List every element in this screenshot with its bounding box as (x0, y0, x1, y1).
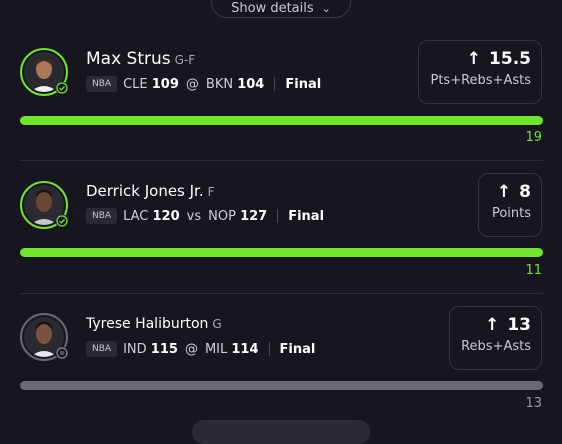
actual-stat-value: 13 (525, 396, 542, 411)
show-details-button[interactable]: Show details ⌄ (211, 0, 351, 18)
game-info: NBA CLE 109 @ BKN 104 Final (86, 76, 321, 92)
league-badge: NBA (86, 341, 118, 357)
actual-stat-value: 19 (525, 130, 542, 145)
progress-bar (20, 381, 543, 390)
player-position: F (207, 185, 215, 199)
player-avatar (20, 181, 70, 229)
chevron-down-icon: ⌄ (321, 1, 331, 15)
arrow-up-icon: ↑ (496, 182, 512, 202)
player-name[interactable]: Derrick Jones Jr. F (86, 182, 215, 200)
divider (20, 293, 543, 294)
prop-line-card[interactable]: ↑ 8 Points (478, 173, 542, 237)
game-info: NBA LAC 120 vs NOP 127 Final (86, 208, 324, 224)
player-name[interactable]: Tyrese Haliburton G (86, 316, 222, 332)
equals-circle-icon (56, 347, 70, 361)
bottom-button[interactable] (192, 420, 370, 444)
game-status: Final (288, 208, 325, 224)
game-info: NBA IND 115 @ MIL 114 Final (86, 341, 315, 357)
prop-line-card[interactable]: ↑ 13 Rebs+Asts (449, 306, 542, 370)
player-avatar (20, 313, 70, 361)
check-circle-icon (56, 82, 70, 96)
arrow-up-icon: ↑ (466, 49, 482, 69)
game-status: Final (285, 76, 322, 92)
progress-bar (20, 116, 543, 125)
player-name[interactable]: Max Strus G-F (86, 49, 195, 69)
player-position: G-F (174, 53, 196, 67)
arrow-up-icon: ↑ (485, 315, 500, 335)
league-badge: NBA (86, 76, 118, 92)
progress-bar (20, 248, 543, 257)
actual-stat-value: 11 (525, 263, 542, 278)
check-circle-icon (56, 215, 70, 229)
game-status: Final (279, 341, 316, 357)
prop-line-card[interactable]: ↑ 15.5 Pts+Rebs+Asts (418, 40, 542, 104)
show-details-label: Show details (231, 0, 314, 16)
league-badge: NBA (86, 208, 118, 224)
divider (20, 160, 543, 161)
player-position: G (212, 317, 222, 331)
player-avatar (20, 48, 70, 96)
